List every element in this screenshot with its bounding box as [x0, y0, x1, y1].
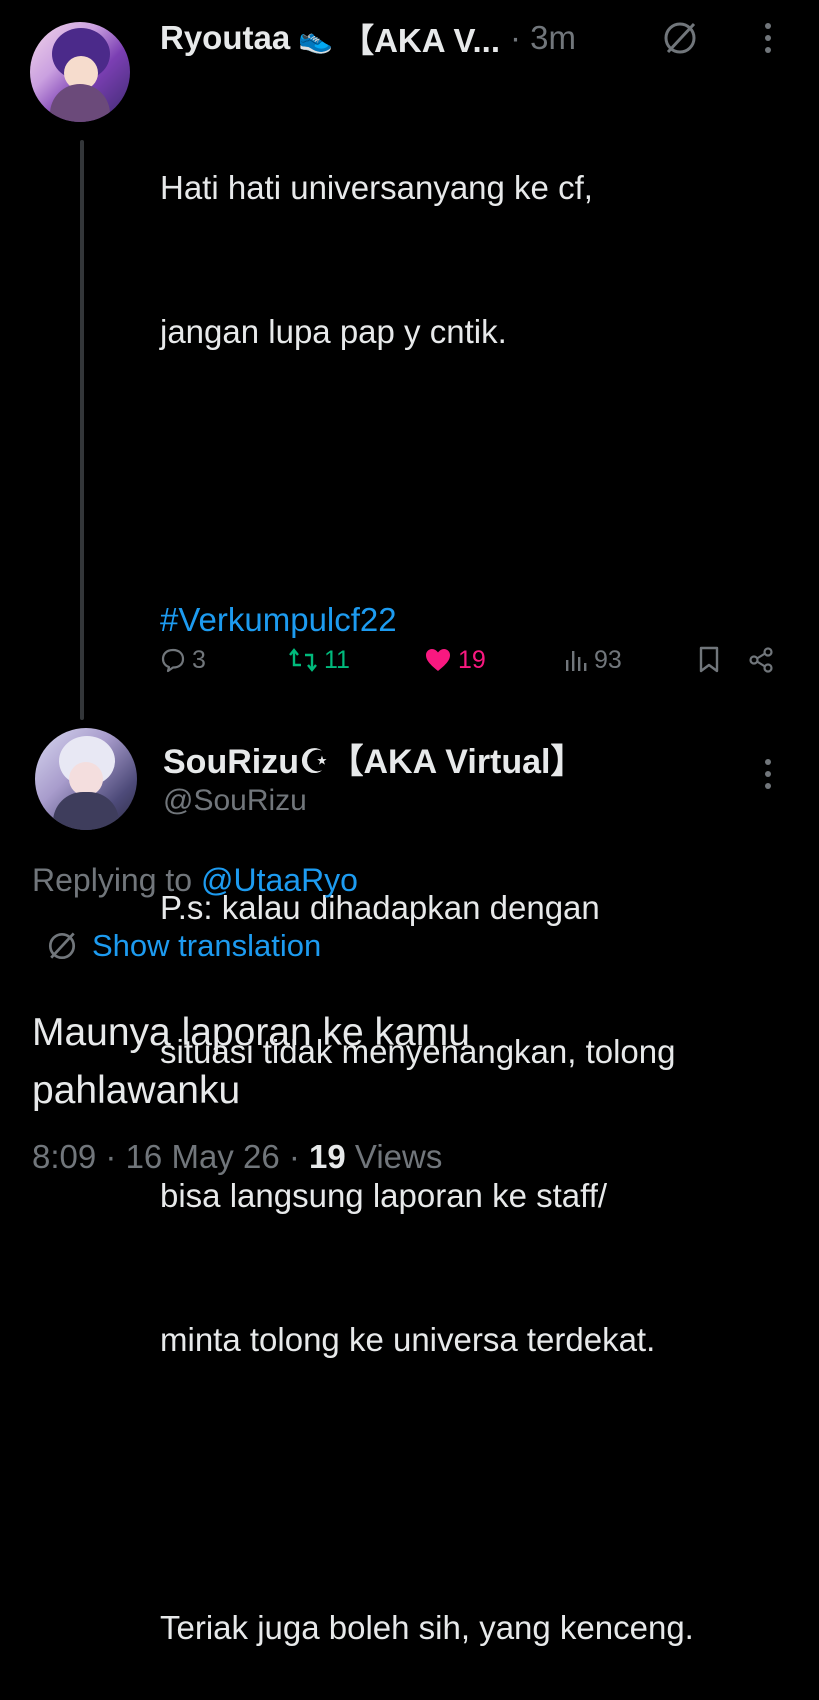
translate-icon	[48, 932, 76, 960]
like-icon	[426, 649, 450, 671]
tweet-meta: 8:09 · 16 May 26 · 19 Views	[32, 1138, 442, 1176]
like-count: 19	[458, 645, 486, 674]
more-icon[interactable]	[760, 18, 776, 63]
repost-button[interactable]: 11	[288, 642, 350, 678]
tweet-line: minta tolong ke universa terdekat.	[160, 1321, 656, 1358]
tweet-line: jangan lupa pap y cntik.	[160, 313, 507, 350]
separator: ·	[288, 1138, 310, 1175]
replying-to: Replying to @UtaaRyo	[32, 862, 358, 899]
separator: ·	[105, 1138, 126, 1175]
reply-count: 3	[192, 645, 206, 674]
tweet-line: bisa langsung laporan ke staff/	[160, 1177, 608, 1214]
display-name[interactable]: Ryoutaa	[160, 19, 290, 57]
hashtag-link[interactable]: #Verkumpulcf22	[160, 596, 800, 644]
views-button[interactable]: 93	[564, 642, 622, 678]
replying-prefix: Replying to	[32, 862, 193, 898]
avatar-ryoutaa[interactable]	[30, 22, 130, 122]
views-label: Views	[354, 1138, 443, 1175]
handle[interactable]: @SouRizu	[163, 784, 307, 818]
like-button[interactable]: 19	[424, 642, 486, 678]
display-name[interactable]: SouRizu☪︎【AKA Virtual】	[163, 734, 585, 783]
more-icon[interactable]	[760, 754, 776, 799]
display-name-suffix: 【AKA V...	[341, 22, 501, 59]
views-icon	[566, 651, 587, 671]
tweet-line: Teriak juga boleh sih, yang kenceng.	[160, 1609, 694, 1646]
shoe-emoji: 👟	[298, 22, 334, 54]
translate-icon[interactable]	[660, 18, 700, 63]
reply-icon	[161, 648, 185, 673]
share-icon[interactable]	[747, 642, 775, 678]
views-count: 93	[594, 645, 622, 674]
reply-line: pahlawanku	[32, 1069, 241, 1112]
thread-line	[80, 140, 84, 720]
show-translation-label: Show translation	[92, 928, 322, 963]
repost-count: 11	[324, 645, 350, 674]
show-translation-button[interactable]: Show translation	[44, 928, 321, 964]
avatar-sourizu[interactable]	[35, 728, 137, 830]
tweet-line: Hati hati universanyang ke cf,	[160, 169, 593, 206]
bookmark-icon[interactable]	[698, 642, 720, 678]
tweet-time[interactable]: 8:09	[32, 1138, 96, 1175]
repost-icon	[289, 648, 317, 672]
reply-text: Maunya laporan ke kamu pahlawanku	[32, 1004, 792, 1120]
tweet-header: Ryoutaa 👟 【AKA V... · 3m	[160, 16, 576, 60]
tweet-date[interactable]: 16 May 26	[126, 1138, 280, 1175]
views-count: 19	[309, 1138, 346, 1175]
tweet-line	[160, 452, 800, 500]
tweet-line	[160, 1460, 800, 1508]
mention-link[interactable]: @UtaaRyo	[201, 862, 358, 898]
reply-line: Maunya laporan ke kamu	[32, 1011, 470, 1054]
reply-button[interactable]: 3	[160, 642, 206, 678]
tweet-time[interactable]: · 3m	[510, 19, 576, 57]
